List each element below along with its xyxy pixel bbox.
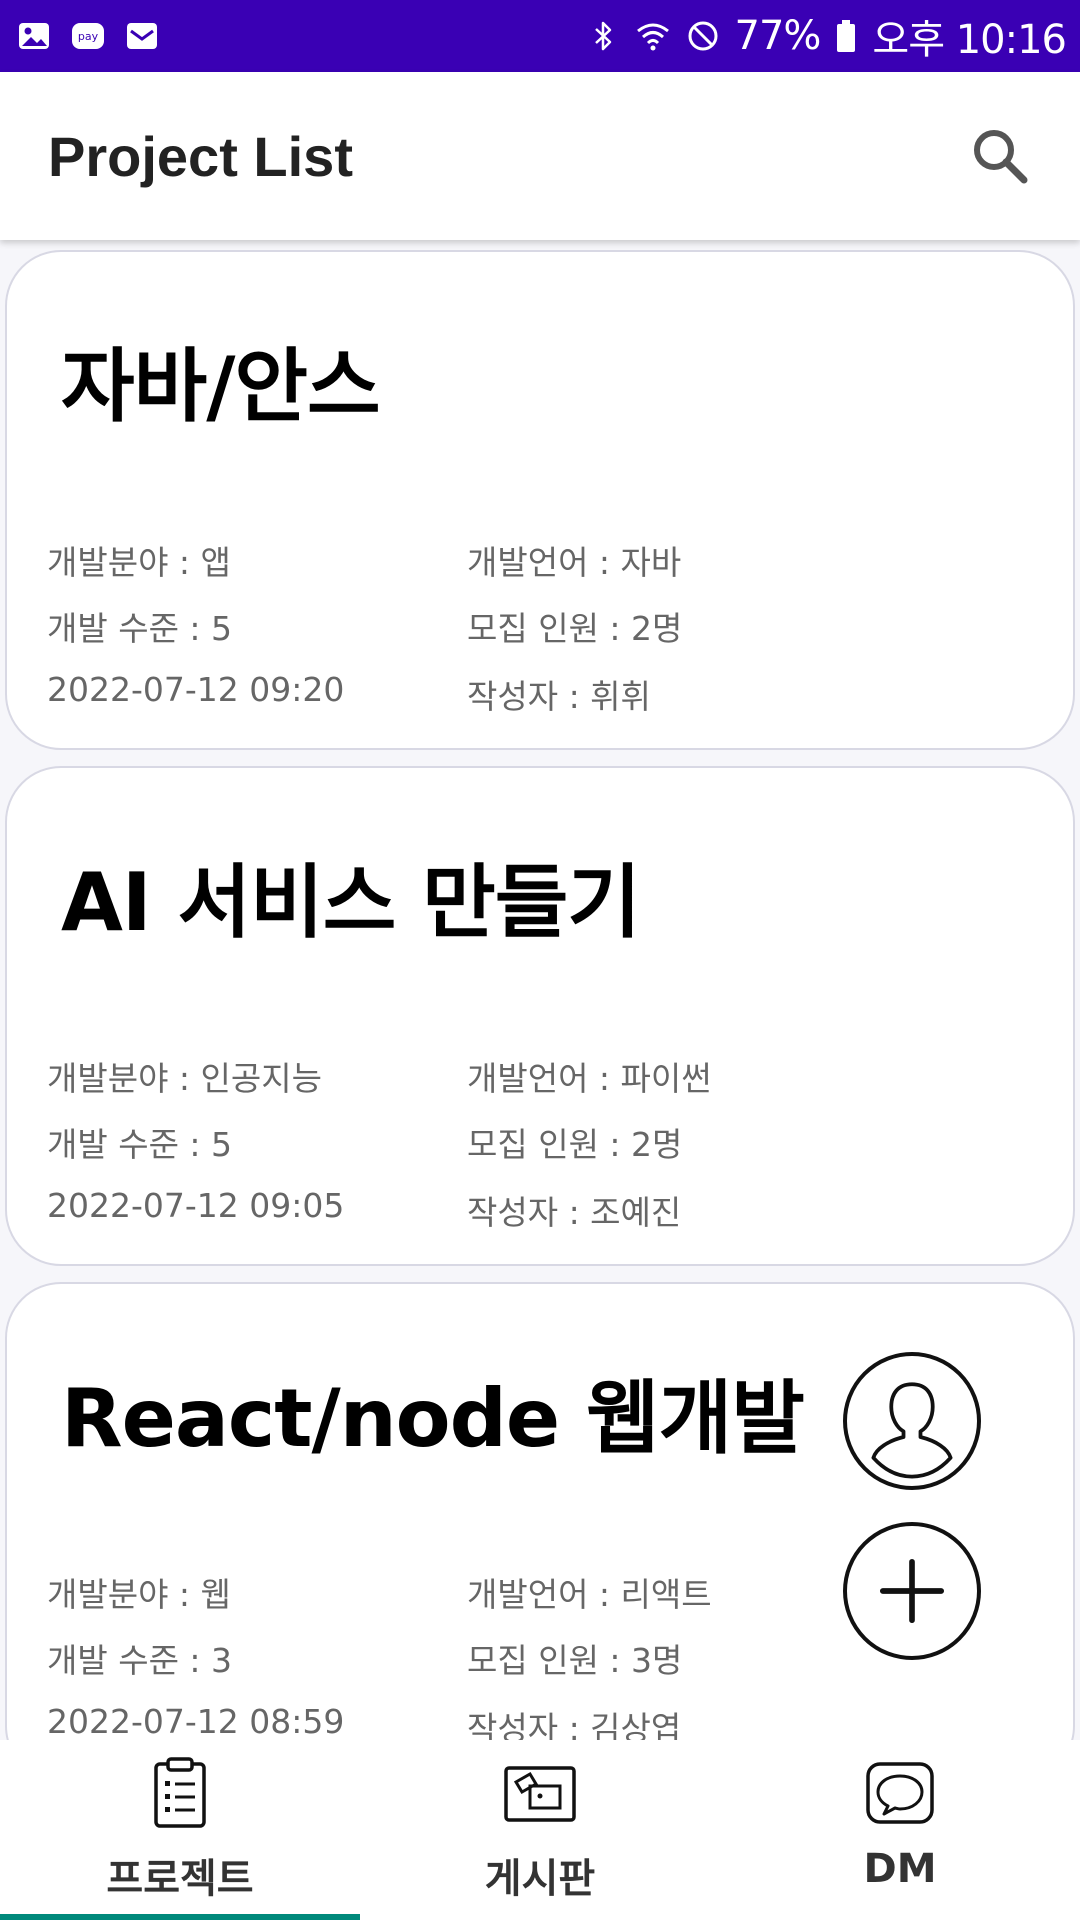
project-level: 개발 수준 : 3 xyxy=(47,1641,233,1680)
clipboard-list-icon xyxy=(140,1754,220,1834)
wifi-icon xyxy=(635,18,671,54)
app-bar: Project List xyxy=(0,72,1080,240)
nav-item-dm[interactable]: DM xyxy=(720,1740,1080,1920)
notification-icons: pay xyxy=(16,18,160,54)
project-title: AI 서비스 만들기 xyxy=(61,856,641,949)
nav-label: DM xyxy=(863,1846,937,1892)
project-title: 자바/안스 xyxy=(61,340,381,433)
project-recruit: 모집 인원 : 2명 xyxy=(467,609,683,648)
project-language: 개발언어 : 리액트 xyxy=(467,1575,712,1614)
project-title: React/node 웹개발 xyxy=(61,1372,805,1465)
battery-percent: 77% xyxy=(734,13,822,59)
project-author: 작성자 : 휘휘 xyxy=(467,677,651,716)
profile-button[interactable] xyxy=(843,1352,981,1490)
project-card[interactable]: React/node 웹개발 개발분야 : 웹 개발언어 : 리액트 개발 수준… xyxy=(5,1282,1075,1740)
active-tab-indicator xyxy=(0,1914,360,1920)
system-status: 77% 오후 10:16 xyxy=(585,7,1067,65)
search-icon xyxy=(974,130,1028,184)
bluetooth-icon xyxy=(585,18,621,54)
project-recruit: 모집 인원 : 3명 xyxy=(467,1641,683,1680)
page-title: Project List xyxy=(48,124,353,188)
project-author: 작성자 : 조예진 xyxy=(467,1193,682,1232)
project-level: 개발 수준 : 5 xyxy=(47,1125,233,1164)
project-date: 2022-07-12 08:59 xyxy=(47,1702,345,1740)
search-button[interactable] xyxy=(968,124,1032,188)
project-language: 개발언어 : 자바 xyxy=(467,543,682,582)
project-list[interactable]: 자바/안스 개발분야 : 앱 개발언어 : 자바 개발 수준 : 5 모집 인원… xyxy=(0,240,1080,1740)
status-bar: pay 77% 오후 10:16 xyxy=(0,0,1080,72)
bottom-navigation: 프로젝트 게시판 DM xyxy=(0,1740,1080,1920)
plus-icon xyxy=(879,1558,945,1624)
do-not-disturb-icon xyxy=(685,18,721,54)
project-date: 2022-07-12 09:05 xyxy=(47,1186,345,1225)
pay-text: pay xyxy=(78,30,99,43)
project-field: 개발분야 : 웹 xyxy=(47,1575,231,1614)
project-field: 개발분야 : 인공지능 xyxy=(47,1059,322,1098)
add-project-button[interactable] xyxy=(843,1522,981,1660)
nav-item-project[interactable]: 프로젝트 xyxy=(0,1740,360,1920)
project-language: 개발언어 : 파이썬 xyxy=(467,1059,712,1098)
user-profile-icon xyxy=(871,1382,953,1479)
project-author: 작성자 : 김상엽 xyxy=(467,1709,682,1740)
board-icon xyxy=(500,1754,580,1834)
project-card[interactable]: 자바/안스 개발분야 : 앱 개발언어 : 자바 개발 수준 : 5 모집 인원… xyxy=(5,250,1075,750)
project-card[interactable]: AI 서비스 만들기 개발분야 : 인공지능 개발언어 : 파이썬 개발 수준 … xyxy=(5,766,1075,1266)
project-field: 개발분야 : 앱 xyxy=(47,543,231,582)
mail-icon xyxy=(124,18,160,54)
nav-label: 프로젝트 xyxy=(106,1856,254,1902)
battery-icon xyxy=(834,18,858,54)
nav-item-board[interactable]: 게시판 xyxy=(360,1740,720,1920)
project-level: 개발 수준 : 5 xyxy=(47,609,233,648)
nav-label: 게시판 xyxy=(484,1856,596,1902)
gallery-icon xyxy=(16,18,52,54)
clock: 오후 10:16 xyxy=(872,17,1067,63)
chat-bubble-icon xyxy=(860,1754,940,1834)
project-date: 2022-07-12 09:20 xyxy=(47,670,345,709)
project-recruit: 모집 인원 : 2명 xyxy=(467,1125,683,1164)
pay-icon: pay xyxy=(70,18,106,54)
